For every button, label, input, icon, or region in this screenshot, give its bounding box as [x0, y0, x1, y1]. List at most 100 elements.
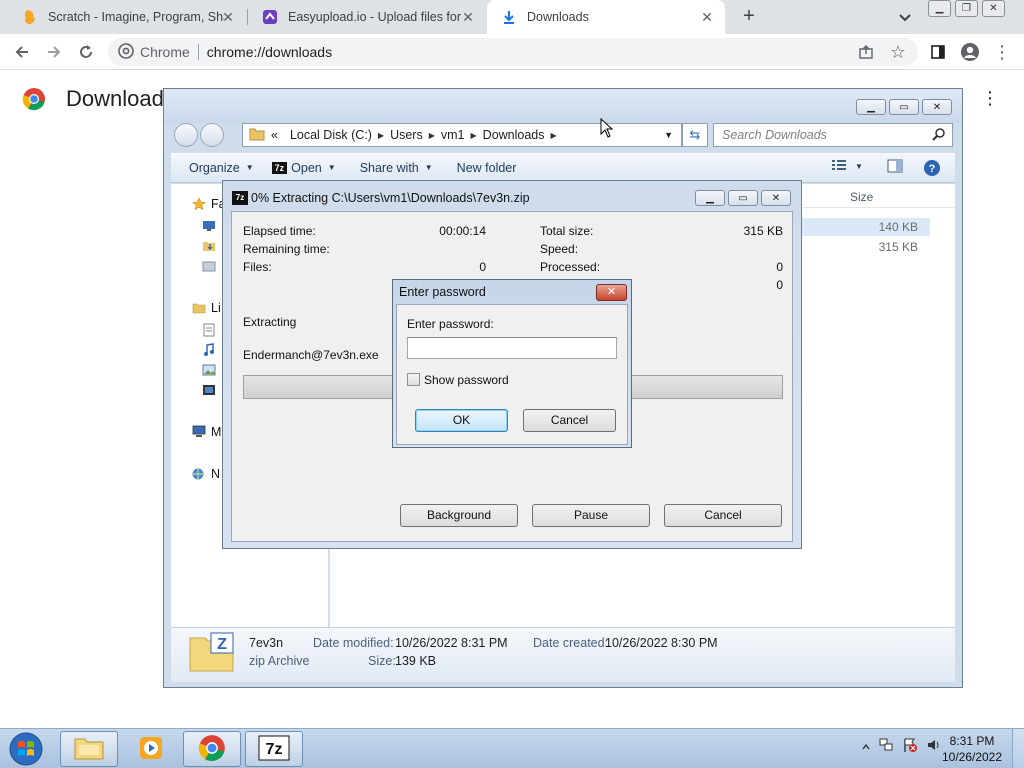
new-folder-label: New folder — [456, 160, 517, 175]
action-center-flag-icon[interactable] — [902, 737, 918, 756]
address-dropdown-icon[interactable]: ▼ — [664, 130, 673, 140]
chrome-logo-icon — [22, 87, 46, 111]
remaining-time-label: Remaining time: — [243, 242, 330, 256]
explorer-minimize-button[interactable]: ▁ — [856, 99, 886, 115]
details-pane: Z 7ev3n zip Archive Date modified: 10/26… — [171, 627, 955, 682]
help-icon[interactable]: ? — [923, 159, 941, 177]
omnibox-chip: Chrome — [140, 44, 190, 60]
explorer-maximize-button[interactable]: ▭ — [889, 99, 919, 115]
show-password-checkbox[interactable] — [407, 373, 420, 386]
profile-avatar-icon[interactable] — [960, 42, 980, 62]
file-row-size[interactable]: 140 KB — [800, 218, 930, 236]
forward-arrow-icon[interactable] — [44, 42, 64, 62]
password-dialog-title: Enter password — [399, 285, 486, 299]
explorer-address-bar[interactable]: « Local Disk (C:) ▶ Users ▶ vm1 ▶ Downlo… — [242, 123, 682, 147]
explorer-command-bar: Organize ▼ 7z Open ▼ Share with ▼ New folder… — [171, 153, 955, 183]
taskbar-clock[interactable]: 8:31 PM 10/26/2022 — [940, 733, 1004, 765]
files-label: Files: — [243, 260, 272, 274]
preview-pane-icon[interactable] — [887, 159, 903, 173]
forward-button[interactable] — [200, 123, 224, 147]
nav-libraries[interactable]: Li — [211, 301, 221, 315]
close-window-button[interactable]: ✕ — [982, 0, 1005, 17]
show-desktop-button[interactable] — [1012, 729, 1024, 768]
taskbar-chrome[interactable] — [183, 731, 241, 767]
cancel-extract-button[interactable]: Cancel — [664, 504, 782, 527]
tab-downloads[interactable]: Downloads ✕ — [487, 0, 725, 34]
elapsed-time-label: Elapsed time: — [243, 224, 316, 238]
documents-icon[interactable] — [201, 322, 217, 338]
address-bar[interactable]: Chrome chrome://downloads — [108, 38, 918, 66]
pause-button[interactable]: Pause — [532, 504, 650, 527]
password-close-button[interactable]: ✕ — [596, 284, 627, 301]
refresh-icon[interactable]: ⇆ — [682, 123, 708, 147]
network-tray-icon[interactable] — [878, 737, 894, 756]
cancel-button[interactable]: Cancel — [523, 409, 616, 432]
password-input[interactable] — [407, 337, 617, 359]
taskbar-explorer[interactable] — [60, 731, 118, 767]
taskbar-media-player[interactable] — [122, 731, 180, 767]
explorer-search-input[interactable]: Search Downloads — [713, 123, 953, 147]
sevenzip-maximize-button[interactable]: ▭ — [728, 190, 758, 206]
sevenzip-icon: 7z — [258, 735, 290, 764]
open-label: Open — [291, 160, 322, 175]
detail-size-label: Size: — [368, 654, 396, 668]
tray-arrow-icon[interactable] — [862, 740, 870, 754]
bookmark-star-icon[interactable]: ☆ — [888, 42, 908, 62]
column-size-header[interactable]: Size — [850, 190, 873, 204]
breadcrumb-arrow-icon[interactable]: ▶ — [551, 131, 557, 140]
svg-text:Z: Z — [217, 636, 227, 653]
page-title: Download — [66, 86, 164, 111]
restore-button[interactable]: ❐ — [955, 0, 978, 17]
breadcrumb-arrow-icon[interactable]: ▶ — [429, 131, 435, 140]
close-icon[interactable]: ✕ — [220, 9, 236, 25]
tab-easyupload[interactable]: Easyupload.io - Upload files for f ✕ — [248, 0, 486, 34]
new-folder-button[interactable]: New folder — [457, 161, 517, 175]
search-placeholder: Search Downloads — [722, 128, 827, 142]
share-label: Share with — [359, 160, 419, 175]
computer-icon — [191, 424, 207, 440]
back-arrow-icon[interactable] — [12, 42, 32, 62]
pictures-icon[interactable] — [201, 362, 217, 378]
explorer-title-bar — [164, 89, 962, 123]
explorer-close-button[interactable]: ✕ — [922, 99, 952, 115]
nav-network[interactable]: N — [211, 467, 220, 481]
breadcrumb-prefix[interactable]: « — [271, 128, 278, 142]
tab-search-chevron-icon[interactable] — [896, 8, 914, 26]
downloads-menu-icon[interactable]: ⋮ — [980, 88, 1000, 110]
start-button[interactable] — [4, 730, 48, 768]
sevenzip-close-button[interactable]: ✕ — [761, 190, 791, 206]
kebab-menu-icon[interactable]: ⋮ — [992, 42, 1012, 62]
tab-scratch[interactable]: Scratch - Imagine, Program, Shar ✕ — [8, 0, 246, 34]
breadcrumb-downloads[interactable]: Downloads — [483, 128, 545, 142]
close-icon[interactable]: ✕ — [460, 9, 476, 25]
breadcrumb-arrow-icon[interactable]: ▶ — [471, 131, 477, 140]
music-icon[interactable] — [201, 342, 217, 358]
desktop-icon[interactable] — [201, 218, 217, 234]
open-button[interactable]: 7z Open ▼ — [271, 160, 336, 175]
share-with-button[interactable]: Share with ▼ — [360, 161, 433, 175]
show-password-label[interactable]: Show password — [424, 373, 509, 387]
videos-icon[interactable] — [201, 382, 217, 398]
breadcrumb-users[interactable]: Users — [390, 128, 423, 142]
minimize-button[interactable]: ▁ — [928, 0, 951, 17]
share-icon[interactable] — [856, 42, 876, 62]
new-tab-button[interactable]: + — [738, 6, 760, 28]
back-forward-buttons[interactable] — [174, 123, 228, 147]
file-row-size[interactable]: 315 KB — [800, 238, 930, 256]
breadcrumb-arrow-icon[interactable]: ▶ — [378, 131, 384, 140]
breadcrumb-local-disk[interactable]: Local Disk (C:) — [290, 128, 372, 142]
close-icon[interactable]: ✕ — [699, 9, 715, 25]
view-options-button[interactable]: ▼ — [831, 159, 863, 174]
nav-computer[interactable]: M — [211, 425, 221, 439]
breadcrumb-vm1[interactable]: vm1 — [441, 128, 465, 142]
ok-button[interactable]: OK — [415, 409, 508, 432]
side-panel-icon[interactable] — [928, 42, 948, 62]
taskbar-7zip[interactable]: 7z — [245, 731, 303, 767]
sevenzip-minimize-button[interactable]: ▁ — [695, 190, 725, 206]
recent-places-icon[interactable] — [201, 258, 217, 274]
back-button[interactable] — [174, 123, 198, 147]
reload-icon[interactable] — [76, 42, 96, 62]
background-button[interactable]: Background — [400, 504, 518, 527]
organize-button[interactable]: Organize ▼ — [189, 161, 254, 175]
downloads-folder-icon[interactable] — [201, 238, 217, 254]
